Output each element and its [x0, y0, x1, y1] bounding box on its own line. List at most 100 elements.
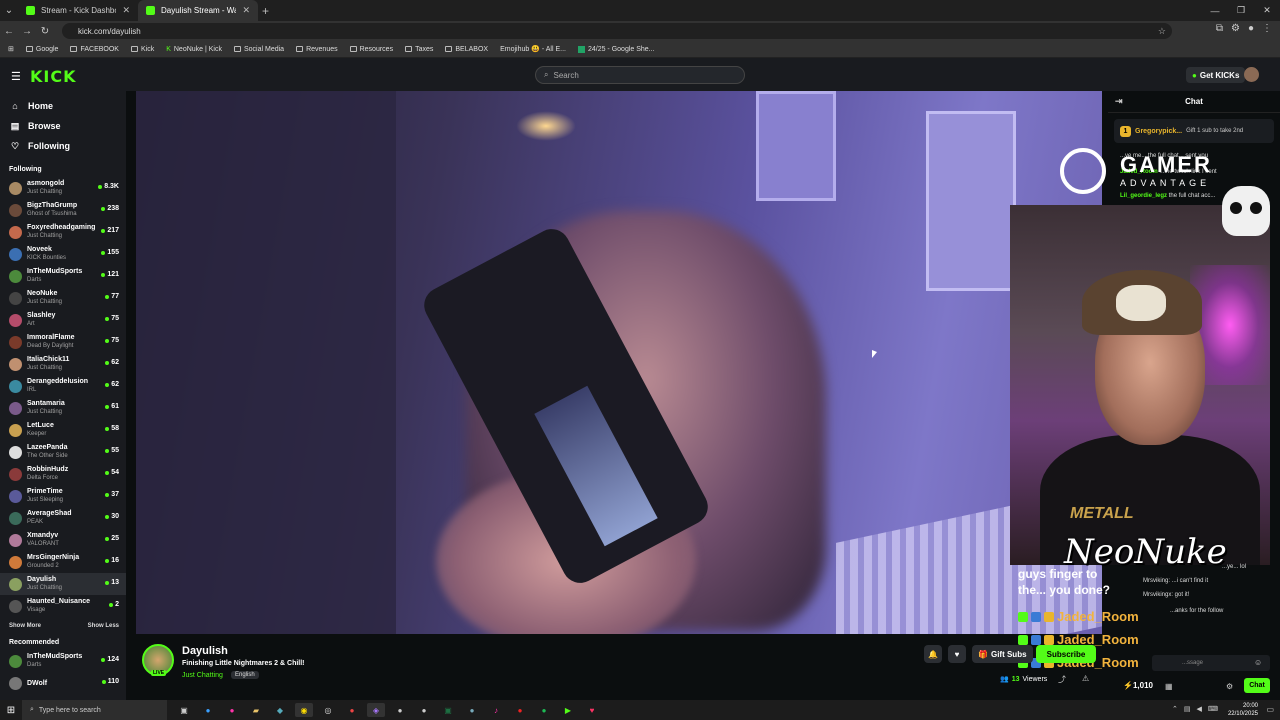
search-input[interactable]: ⌕ Search [535, 66, 745, 84]
bookmark-belabox[interactable]: BELABOX [445, 46, 488, 53]
bookmark-neonuke[interactable]: K NeoNuke | Kick [166, 46, 222, 53]
store-icon[interactable]: ◆ [271, 703, 289, 717]
sidebar-channel[interactable]: asmongold Just Chatting 8.3K [0, 177, 126, 199]
channel-points[interactable]: ⚡1,010 [1123, 681, 1153, 690]
notification-bell-icon[interactable]: 🔔 [924, 645, 942, 663]
show-less-button[interactable]: Show Less [88, 623, 119, 629]
menu-dots-icon[interactable]: ⋮ [1262, 23, 1272, 34]
profile-icon[interactable]: ● [1248, 23, 1254, 34]
app-icon[interactable]: ● [415, 703, 433, 717]
network-icon[interactable]: ▤ [1184, 705, 1191, 713]
sidebar-channel[interactable]: Haunted_Nuisance Visage 2 [0, 595, 126, 617]
sidebar-channel[interactable]: Xmandyv VALORANT 25 [0, 529, 126, 551]
new-tab-icon[interactable]: + [262, 4, 269, 18]
bookmark-taxes[interactable]: Taxes [405, 46, 433, 53]
forward-icon[interactable]: → [18, 26, 36, 37]
report-icon[interactable]: ⚠ [1082, 674, 1089, 683]
tab-search-icon[interactable]: ⌄ [0, 5, 18, 16]
bookmark-kick[interactable]: Kick [130, 46, 154, 53]
nav-home[interactable]: ⌂ Home [0, 96, 126, 116]
share-icon[interactable]: ⤴ [1058, 674, 1066, 685]
chat-message-input[interactable]: ...ssage [1152, 655, 1270, 671]
bookmark-facebook[interactable]: FACEBOOK [70, 46, 119, 53]
hamburger-menu-icon[interactable]: ☰ [11, 70, 21, 83]
sidebar-channel[interactable]: LazeePanda The Other Side 55 [0, 441, 126, 463]
show-more-button[interactable]: Show More [9, 623, 41, 629]
nav-following[interactable]: ♡ Following [0, 136, 126, 156]
spotify-icon[interactable]: ● [535, 703, 553, 717]
close-tab-icon[interactable]: ✕ [122, 5, 130, 16]
back-icon[interactable]: ← [0, 26, 18, 37]
sidebar-channel[interactable]: MrsGingerNinja Grounded 2 16 [0, 551, 126, 573]
sidebar-channel[interactable]: RobbinHudz Delta Force 54 [0, 463, 126, 485]
bookmark-social-media[interactable]: Social Media [234, 46, 284, 53]
language-tag[interactable]: English [231, 671, 259, 679]
bookmark-resources[interactable]: Resources [349, 46, 393, 53]
bookmark-revenues[interactable]: Revenues [296, 46, 338, 53]
collapse-chat-icon[interactable]: ⇥ [1115, 96, 1123, 107]
volume-icon[interactable]: ◀ [1197, 705, 1202, 713]
browser-tab-dashboard[interactable]: Stream - Kick Dashboard ✕ [18, 0, 138, 21]
send-chat-button[interactable]: Chat [1244, 678, 1270, 693]
app-icon[interactable]: ● [343, 703, 361, 717]
sidebar-channel[interactable]: ItaliaChick11 Just Chatting 62 [0, 353, 126, 375]
app-icon[interactable]: ● [223, 703, 241, 717]
sidebar-channel[interactable]: DWolf 110 [0, 672, 126, 694]
extension-icon[interactable]: ⧉ [1216, 23, 1223, 34]
follow-heart-icon[interactable]: ♥ [948, 645, 966, 663]
sidebar-channel[interactable]: AverageShad PEAK 30 [0, 507, 126, 529]
sidebar-channel[interactable]: Foxyredheadgaming Just Chatting 217 [0, 221, 126, 243]
kick-logo[interactable]: KICK [30, 67, 77, 86]
sidebar-channel[interactable]: Noveek KICK Bounties 155 [0, 243, 126, 265]
emoji-icon[interactable]: ☺ [1254, 658, 1262, 667]
subscribe-button[interactable]: Subscribe [1036, 645, 1096, 663]
url-field[interactable]: kick.com/dayulish ☆ [62, 23, 1172, 39]
obs-icon[interactable]: ◎ [319, 703, 337, 717]
browser-tab-stream[interactable]: Dayulish Stream - Watch Live o ✕ [138, 0, 258, 21]
windows-start-icon[interactable]: ⊞ [0, 705, 22, 716]
sidebar-channel[interactable]: Derangeddelusion IRL 62 [0, 375, 126, 397]
chat-username[interactable]: Lil_geordie_legz [1120, 193, 1167, 199]
video-player[interactable] [136, 91, 1102, 634]
close-window-icon[interactable]: ✕ [1254, 0, 1280, 21]
keyboard-icon[interactable]: ⌨ [1208, 705, 1218, 713]
bookmark-emojihub[interactable]: Emojihub 😃 - All E... [500, 45, 566, 53]
streamer-name[interactable]: Dayulish [182, 645, 228, 657]
leaderboard-icon[interactable]: ▦ [1165, 682, 1173, 691]
app-icon[interactable]: ♥ [583, 703, 601, 717]
taskbar-search-input[interactable]: ⌕ Type here to search [22, 700, 167, 720]
tiktok-icon[interactable]: ♪ [487, 703, 505, 717]
pinned-gift-banner[interactable]: 1 Gregorypick... Gift 1 sub to take 2nd [1114, 119, 1274, 143]
steam-icon[interactable]: ● [463, 703, 481, 717]
bookmark-google[interactable]: Google [25, 46, 58, 53]
close-tab-icon[interactable]: ✕ [242, 5, 250, 16]
bookmark-star-icon[interactable]: ☆ [1158, 26, 1166, 37]
sidebar-channel[interactable]: Santamaria Just Chatting 61 [0, 397, 126, 419]
nav-browse[interactable]: ▤ Browse [0, 116, 126, 136]
app-icon[interactable]: ● [511, 703, 529, 717]
apps-grid-icon[interactable]: ⊞ [8, 45, 14, 53]
puzzle-icon[interactable]: ⚙ [1231, 23, 1240, 34]
edge-icon[interactable]: ● [199, 703, 217, 717]
task-view-icon[interactable]: ▣ [175, 703, 193, 717]
sidebar-channel[interactable]: LetLuce Keeper 58 [0, 419, 126, 441]
restore-icon[interactable]: ❐ [1228, 0, 1254, 21]
sidebar-channel[interactable]: BigzThaGrump Ghost of Tsushima 238 [0, 199, 126, 221]
sidebar-channel[interactable]: ImmoralFlame Dead By Daylight 75 [0, 331, 126, 353]
chrome-icon[interactable]: ◉ [295, 703, 313, 717]
notifications-icon[interactable]: ▭ [1266, 705, 1274, 714]
sidebar-channel[interactable]: Slashley Art 75 [0, 309, 126, 331]
stream-category[interactable]: Just Chatting [182, 672, 223, 679]
get-kicks-button[interactable]: ● Get KICKs [1186, 67, 1246, 83]
kick-studio-icon[interactable]: ▶ [559, 703, 577, 717]
sidebar-channel[interactable]: NeoNuke Just Chatting 77 [0, 287, 126, 309]
gift-subs-button[interactable]: 🎁 Gift Subs [972, 645, 1033, 663]
sidebar-channel[interactable]: InTheMudSports Darts 124 [0, 650, 126, 672]
reload-icon[interactable]: ↻ [36, 26, 54, 37]
discord-icon[interactable]: ◈ [367, 703, 385, 717]
chat-settings-icon[interactable]: ⚙ [1226, 682, 1233, 691]
clock[interactable]: 20:00 22/10/2025 [1228, 702, 1258, 718]
excel-icon[interactable]: ▣ [439, 703, 457, 717]
minimize-icon[interactable]: — [1202, 0, 1228, 21]
file-explorer-icon[interactable]: ▰ [247, 703, 265, 717]
